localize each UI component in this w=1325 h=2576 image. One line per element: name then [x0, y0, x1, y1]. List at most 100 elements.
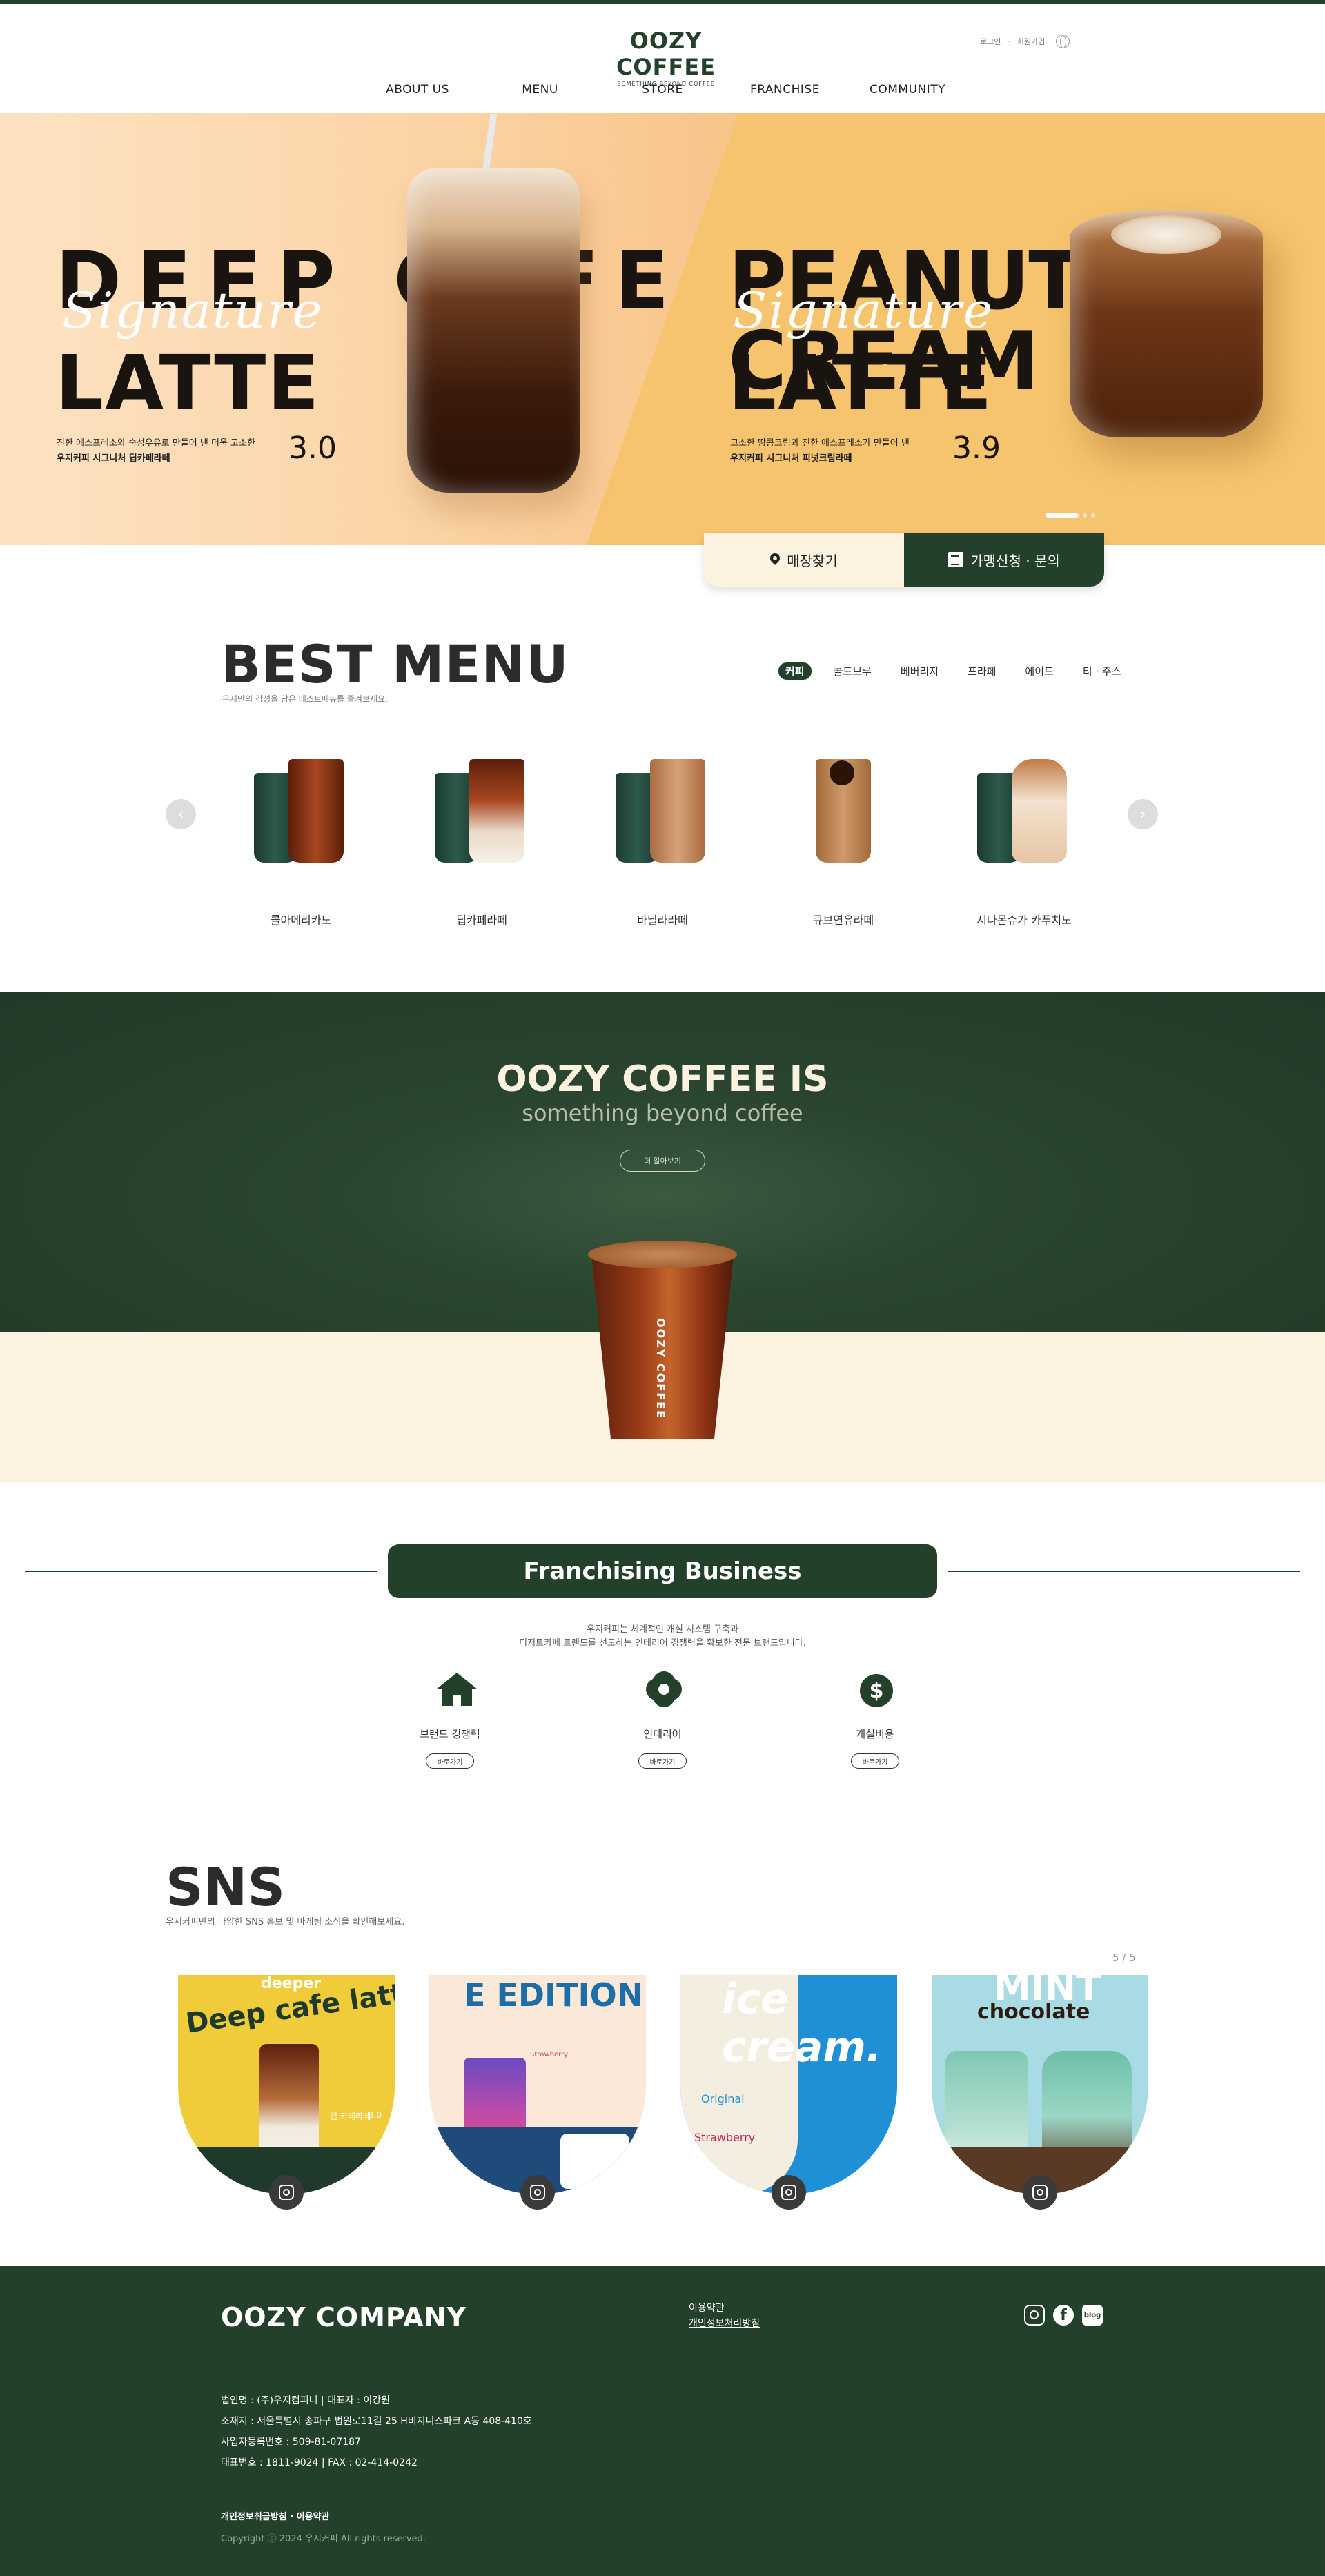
menu-item-deep-cafe-latte[interactable]: 딥카페라떼 [413, 745, 551, 927]
document-icon [948, 552, 964, 567]
login-link[interactable]: 로그인 [980, 36, 1001, 47]
franchise-title: Franchising Business [388, 1544, 937, 1598]
hero-slide2-subtitle: LATTE [728, 339, 994, 427]
company-info-line: 사업자등록번호 : 509-81-07187 [221, 2437, 361, 2448]
sns-card-1[interactable]: deeper Deep cafe latte 딥 카페라떼 3.0 [178, 1975, 395, 2194]
instagram-icon[interactable] [1023, 2175, 1057, 2210]
footer-logo: OOZY COMPANY [221, 2302, 467, 2332]
hero-slide1-desc: 진한 에스프레소와 숙성우유로 만들어 낸 더욱 고소한 우지커피 시그니처 딥… [57, 436, 255, 466]
gear-icon [642, 1670, 683, 1711]
company-info-line: 소재지 : 서울특별시 송파구 법원로11길 25 H비지니스파크 A동 408… [221, 2416, 532, 2427]
copyright: Copyright ⓒ 2024 우지커피 All rights reserve… [221, 2534, 426, 2544]
company-info: 법인명 : (주)우지컴퍼니 | 대표자 : 이강원 소재지 : 서울특별시 송… [221, 2390, 532, 2473]
sns-card-3[interactable]: ice cream. Original Strawberry [680, 1975, 897, 2194]
site-logo[interactable]: OOZY COFFEE SOMETHING BEYOND COFFEE [593, 28, 738, 87]
footer-policy-link[interactable]: 개인정보취급방침 · 이용약관 [221, 2509, 330, 2522]
opening-cost-button[interactable]: 바로가기 [851, 1753, 899, 1769]
hero-slide2-desc-line1: 고소한 땅콩크림과 진한 에스프레소가 만들어 낸 [730, 438, 910, 449]
franchise-brand-competitiveness: 브랜드 경쟁력 바로가기 [395, 1670, 505, 1769]
instagram-icon[interactable] [520, 2175, 555, 2210]
tab-frappe[interactable]: 프라페 [961, 662, 1003, 680]
sns-card-label: 딥 카페라떼 [330, 2112, 371, 2121]
hero-slider[interactable]: DEEP CAFE Signature LATTE 진한 에스프레소와 숙성우유… [0, 113, 1325, 545]
footer-social-icons: f blog [1024, 2305, 1103, 2326]
menu-item-name: 시나몬슈가 카푸치노 [976, 914, 1072, 927]
nav-menu[interactable]: MENU [482, 83, 599, 97]
sns-card-small-text: Original [701, 2092, 745, 2105]
chevron-left-icon[interactable]: ‹ [166, 799, 196, 829]
tab-beverage[interactable]: 베버리지 [894, 662, 945, 680]
nav-store[interactable]: STORE [604, 83, 721, 97]
franchise-inquiry-label: 가맹신청 · 문의 [970, 552, 1060, 569]
menu-item-cube-condensed-milk-latte[interactable]: 큐브연유라떼 [774, 745, 912, 927]
instagram-icon[interactable] [772, 2175, 806, 2210]
franchise-inquiry-button[interactable]: 가맹신청 · 문의 [904, 533, 1104, 587]
site-footer: OOZY COMPANY 이용약관 개인정보처리방침 f blog 법인명 : … [0, 2266, 1325, 2576]
slider-pagination [1046, 513, 1095, 518]
instagram-icon[interactable] [1024, 2305, 1045, 2326]
menu-item-cinnamon-sugar-cappuccino[interactable]: 시나몬슈가 카푸치노 [955, 745, 1093, 927]
franchise-line-left [25, 1571, 377, 1572]
slider-dot-2[interactable] [1083, 513, 1087, 518]
sns-card-big-text: E EDITION [464, 1976, 644, 2014]
brand-competitiveness-button[interactable]: 바로가기 [426, 1753, 474, 1769]
franchise-desc-line1: 우지커피는 체계적인 개설 시스템 구축과 [587, 1624, 738, 1635]
slider-dot-3[interactable] [1091, 513, 1095, 518]
learn-more-button[interactable]: 더 알아보기 [620, 1150, 705, 1172]
iced-coffee-top [588, 1241, 737, 1268]
slider-dot-1[interactable] [1046, 513, 1079, 518]
best-menu-title: BEST MENU [221, 633, 569, 695]
house-icon [429, 1670, 478, 1711]
franchise-desc-line2: 디저트카페 트렌드를 선도하는 인테리어 경쟁력을 확보한 전문 브랜드입니다. [519, 1638, 806, 1649]
facebook-icon[interactable]: f [1053, 2305, 1074, 2326]
franchise-opening-cost: $ 개설비용 바로가기 [820, 1670, 930, 1769]
blog-icon[interactable]: blog [1082, 2305, 1103, 2326]
menu-item-cold-americano[interactable]: 콜아메리카노 [232, 745, 370, 927]
dollar-icon: $ [854, 1670, 896, 1711]
sns-card-2[interactable]: E EDITION Strawberry [429, 1975, 646, 2194]
menu-item-name: 큐브연유라떼 [812, 914, 874, 927]
sns-counter: 5 / 5 [1112, 1951, 1136, 1964]
find-store-label: 매장찾기 [787, 552, 838, 569]
interior-button[interactable]: 바로가기 [638, 1753, 687, 1769]
cream-foam [1111, 215, 1221, 254]
globe-icon[interactable] [1056, 35, 1070, 48]
hero-slide2-signature: Signature [733, 282, 994, 340]
company-info-line: 법인명 : (주)우지컴퍼니 | 대표자 : 이강원 [221, 2395, 390, 2406]
logo-text: OOZY COFFEE [616, 28, 716, 80]
terms-link[interactable]: 이용약관 [689, 2301, 760, 2316]
sns-card-small-text: chocolate [977, 2000, 1090, 2024]
menu-item-vanilla-latte[interactable]: 바닐라라떼 [593, 745, 732, 927]
util-separator: · [1008, 37, 1010, 46]
brand-intro-subtitle: something beyond coffee [522, 1100, 803, 1126]
franchise-line-right [948, 1571, 1300, 1572]
menu-item-name: 바닐라라떼 [637, 914, 688, 927]
join-link[interactable]: 회원가입 [1017, 36, 1045, 47]
nav-franchise[interactable]: FRANCHISE [727, 83, 844, 97]
company-info-line: 대표번호 : 1811-9024 | FAX : 02-414-0242 [221, 2457, 418, 2468]
privacy-policy-link[interactable]: 개인정보처리방침 [689, 2316, 760, 2331]
tab-ade[interactable]: 에이드 [1018, 662, 1060, 680]
tab-cold-brew[interactable]: 콜드브루 [827, 662, 879, 680]
sns-card-4[interactable]: MINT chocolate [932, 1975, 1148, 2194]
utility-menu: 로그인 · 회원가입 [980, 35, 1070, 48]
instagram-icon[interactable] [269, 2175, 304, 2210]
hero-slide1-signature: Signature [62, 282, 324, 340]
nav-about-us[interactable]: ABOUT US [359, 83, 476, 97]
sns-subtitle: 우지커피만의 다양한 SNS 홍보 및 마케팅 소식을 확인해보세요. [166, 1917, 405, 1927]
tab-tea-juice[interactable]: 티 · 주스 [1076, 662, 1128, 680]
deep-cafe-latte-image [407, 168, 580, 493]
sns-card-label: Strawberry [694, 2131, 756, 2144]
tab-coffee[interactable]: 커피 [778, 662, 812, 680]
site-header: OOZY COFFEE SOMETHING BEYOND COFFEE 로그인 … [0, 4, 1325, 113]
chevron-right-icon[interactable]: › [1128, 799, 1158, 829]
hero-slide2-price: 3.9 [952, 431, 1001, 466]
menu-item-name: 콜아메리카노 [270, 914, 332, 927]
hero-slide1-price: 3.0 [288, 431, 337, 466]
nav-community[interactable]: COMMUNITY [849, 83, 966, 97]
find-store-button[interactable]: 매장찾기 [704, 533, 904, 587]
menu-item-image [232, 745, 370, 876]
hero-slide2-desc: 고소한 땅콩크림과 진한 에스프레소가 만들어 낸 우지커피 시그니처 피넛크림… [730, 436, 910, 466]
franchise-item-label: 인테리어 [643, 1728, 682, 1740]
menu-item-image [413, 745, 551, 876]
